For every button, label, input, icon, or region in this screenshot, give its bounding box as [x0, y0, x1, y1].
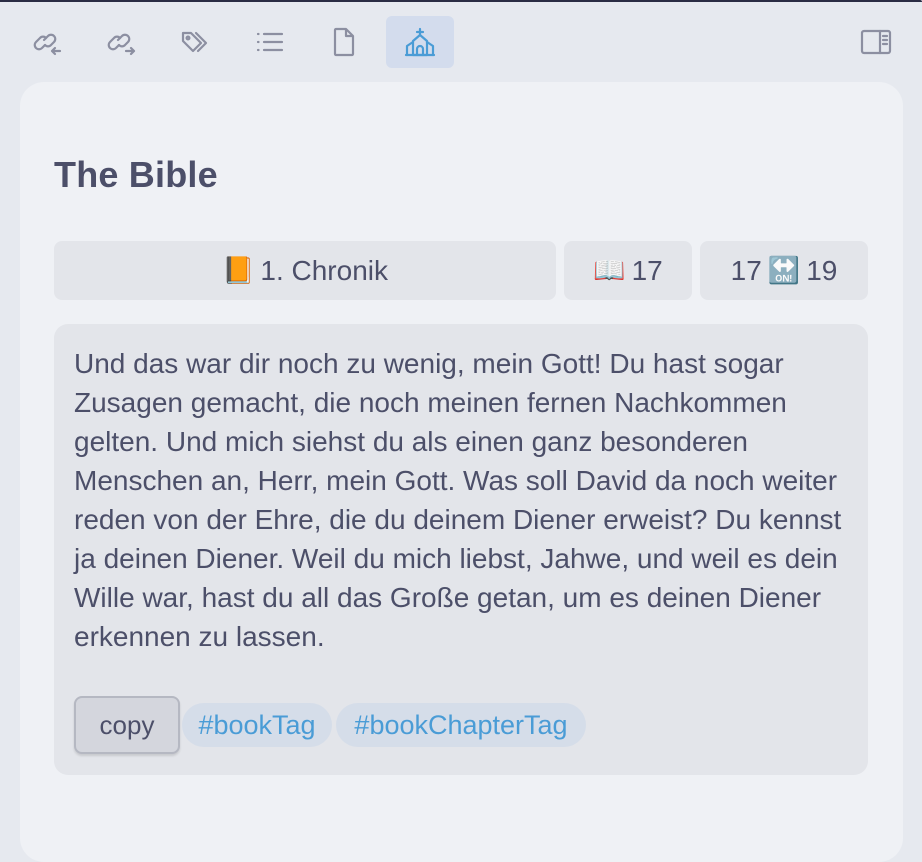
- backlinks-button[interactable]: [14, 16, 82, 68]
- chapter-selector[interactable]: 📖 17: [564, 241, 692, 300]
- book-chapter-tag[interactable]: #bookChapterTag: [336, 703, 586, 747]
- book-label: 1. Chronik: [260, 254, 388, 286]
- sidebar-toggle-button[interactable]: [842, 16, 910, 68]
- book-tag[interactable]: #bookTag: [182, 703, 332, 747]
- sidebar-toggle-icon: [860, 29, 892, 55]
- book-emoji-icon: 📙: [222, 255, 255, 286]
- file-icon: [333, 27, 355, 57]
- file-button[interactable]: [310, 16, 378, 68]
- chapter-label: 17: [631, 254, 663, 286]
- verse-card: Und das war dir noch zu wenig, mein Gott…: [54, 324, 868, 775]
- verse-from-label: 17: [730, 254, 762, 286]
- verse-range-selector[interactable]: 17 🔛 19: [700, 241, 868, 300]
- outgoing-links-button[interactable]: [88, 16, 156, 68]
- verse-text: Und das war dir noch zu wenig, mein Gott…: [74, 348, 842, 652]
- tags-icon: [181, 31, 208, 53]
- outline-button[interactable]: [236, 16, 304, 68]
- page-title: The Bible: [54, 154, 218, 195]
- outline-icon: [256, 32, 284, 52]
- toolbar: [0, 0, 922, 82]
- range-arrow-emoji-icon: 🔛: [767, 255, 801, 286]
- bible-view-button[interactable]: [386, 16, 454, 68]
- book-selector[interactable]: 📙 1. Chronik: [54, 241, 556, 300]
- church-icon: [404, 27, 436, 57]
- tags-button[interactable]: [162, 16, 230, 68]
- outgoing-links-icon: [107, 33, 136, 56]
- open-book-emoji-icon: 📖: [593, 255, 626, 286]
- backlinks-icon: [33, 33, 62, 56]
- copy-button[interactable]: copy: [74, 696, 180, 754]
- verse-to-label: 19: [806, 254, 838, 286]
- bible-panel: The Bible 📙 1. Chronik 📖 17 17 🔛 19 Und …: [20, 82, 903, 862]
